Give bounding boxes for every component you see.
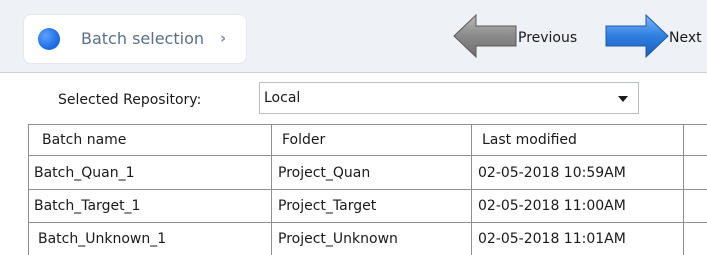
batch-name-cell[interactable]: Batch_Target_1 bbox=[34, 198, 140, 214]
table-divider bbox=[29, 222, 707, 223]
batch-name-cell[interactable]: Batch_Unknown_1 bbox=[38, 231, 166, 247]
step-batch-selection[interactable]: Batch selection › bbox=[24, 15, 246, 63]
column-divider bbox=[271, 125, 272, 255]
folder-cell[interactable]: Project_Target bbox=[278, 198, 376, 214]
table-divider bbox=[29, 155, 707, 156]
folder-cell[interactable]: Project_Quan bbox=[278, 165, 370, 181]
column-divider bbox=[683, 125, 684, 255]
column-header-last-modified[interactable]: Last modified bbox=[482, 132, 577, 148]
wizard-toolbar: Batch selection › Previous Next bbox=[0, 0, 707, 73]
folder-cell[interactable]: Project_Unknown bbox=[278, 231, 398, 247]
step-status-icon bbox=[38, 28, 60, 50]
chevron-right-icon: › bbox=[220, 29, 227, 47]
batch-table: Batch name Folder Last modified Batch_Qu… bbox=[28, 124, 707, 255]
next-button[interactable]: Next bbox=[669, 30, 702, 46]
table-divider bbox=[29, 189, 707, 190]
repository-select[interactable]: Local bbox=[259, 82, 639, 114]
repository-label: Selected Repository: bbox=[58, 92, 202, 108]
dropdown-caret-icon[interactable] bbox=[618, 96, 628, 102]
column-header-batch-name[interactable]: Batch name bbox=[42, 132, 126, 148]
repository-value: Local bbox=[264, 90, 301, 106]
last-modified-cell[interactable]: 02-05-2018 10:59AM bbox=[478, 165, 626, 181]
last-modified-cell[interactable]: 02-05-2018 11:00AM bbox=[478, 198, 626, 214]
previous-button[interactable]: Previous bbox=[518, 30, 577, 46]
previous-arrow-icon[interactable] bbox=[453, 13, 517, 62]
next-arrow-icon[interactable] bbox=[605, 13, 669, 62]
last-modified-cell[interactable]: 02-05-2018 11:01AM bbox=[478, 231, 626, 247]
step-label: Batch selection bbox=[81, 29, 204, 48]
column-header-folder[interactable]: Folder bbox=[282, 132, 325, 148]
batch-name-cell[interactable]: Batch_Quan_1 bbox=[34, 165, 135, 181]
column-divider bbox=[471, 125, 472, 255]
